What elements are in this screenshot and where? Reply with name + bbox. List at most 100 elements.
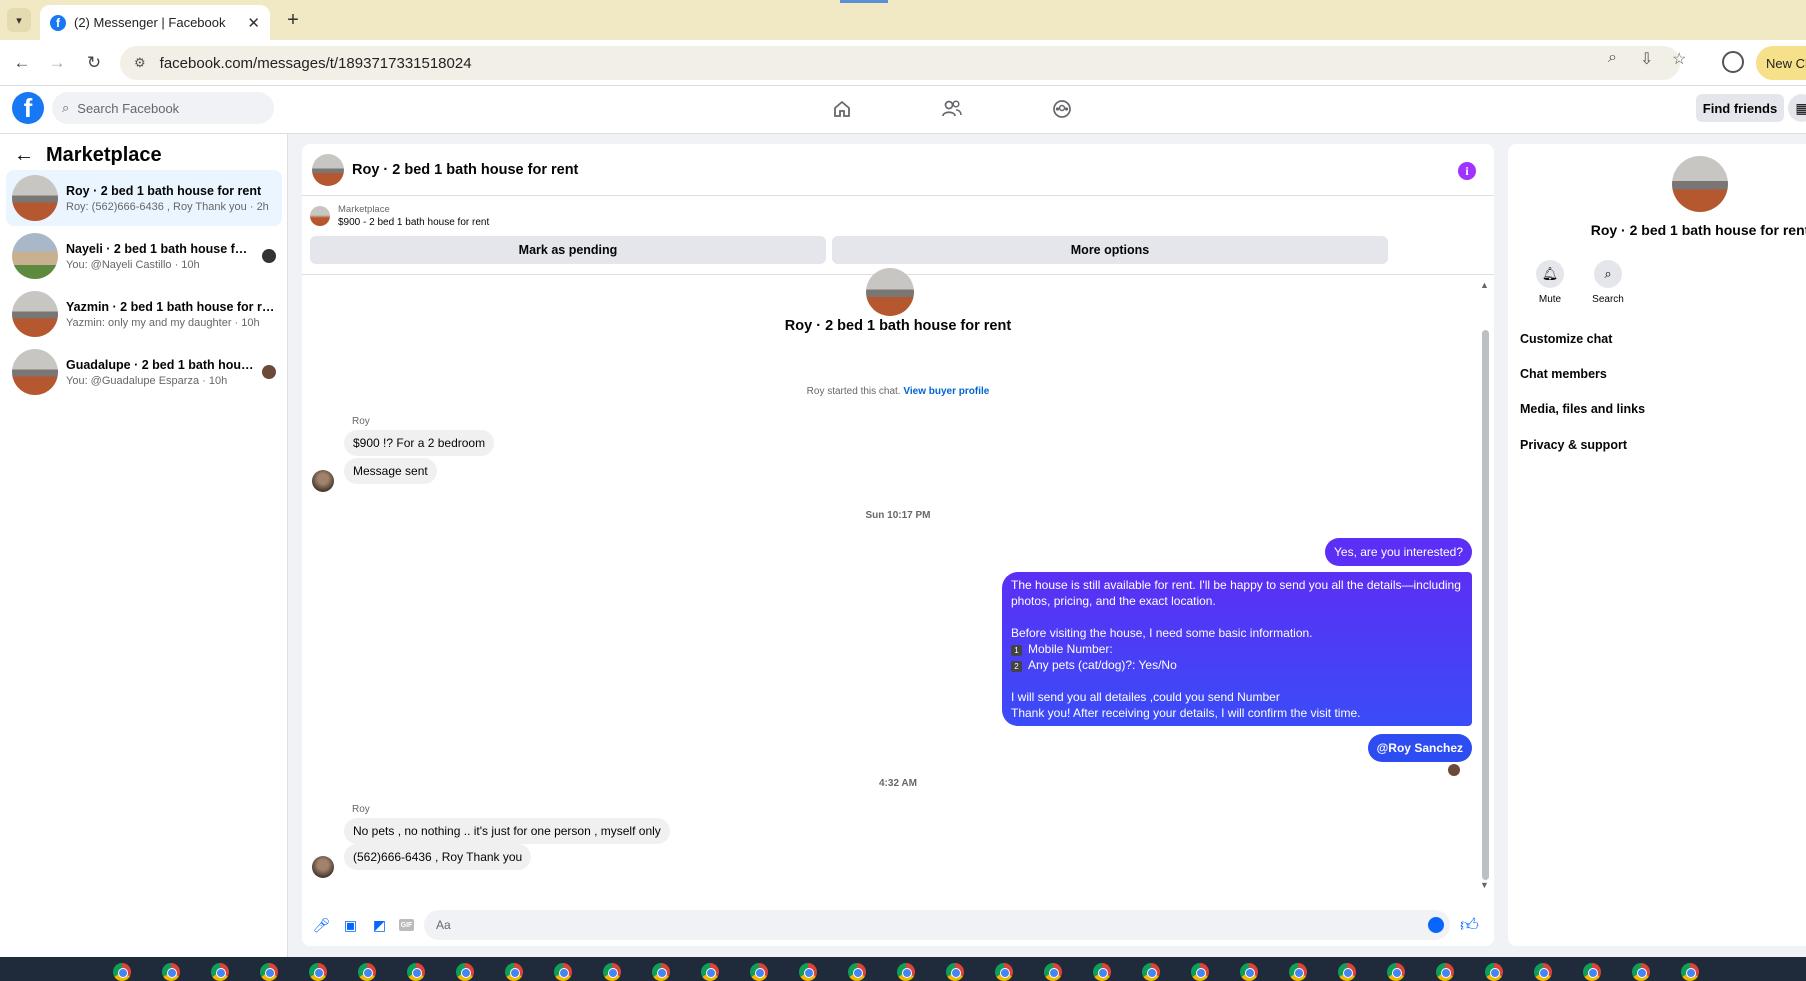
friends-icon[interactable]	[939, 96, 965, 122]
chrome-taskbar-icon[interactable]	[456, 963, 474, 981]
chrome-taskbar-icon[interactable]	[799, 963, 817, 981]
conversation-item-nayeli[interactable]: Nayeli · 2 bed 1 bath house for r... You…	[6, 228, 282, 284]
chrome-taskbar-icon[interactable]	[701, 963, 719, 981]
sender-name: Roy	[352, 416, 370, 427]
chat-avatar[interactable]	[312, 153, 344, 186]
chrome-taskbar-icon[interactable]	[1338, 963, 1356, 981]
chrome-taskbar-icon[interactable]	[1093, 963, 1111, 981]
chrome-taskbar-icon[interactable]	[1044, 963, 1062, 981]
profile-icon[interactable]	[1722, 51, 1744, 73]
customize-chat-item[interactable]: Customize chat	[1520, 332, 1612, 346]
incoming-message[interactable]: No pets , no nothing .. it's just for on…	[344, 818, 670, 844]
sticker-icon[interactable]: ◩	[370, 916, 389, 935]
incoming-message[interactable]: (562)666-6436 , Roy Thank you	[344, 844, 532, 870]
chrome-taskbar-icon[interactable]	[1436, 963, 1454, 981]
message-input[interactable]: Aa	[424, 910, 1450, 940]
facebook-logo-icon[interactable]: f	[12, 92, 44, 124]
chrome-taskbar-icon[interactable]	[505, 963, 523, 981]
details-avatar[interactable]	[1672, 156, 1728, 212]
outgoing-message[interactable]: Yes, are you interested?	[1325, 538, 1472, 566]
home-icon[interactable]	[829, 96, 855, 122]
chrome-taskbar-icon[interactable]	[1240, 963, 1258, 981]
chrome-taskbar-icon[interactable]	[1632, 963, 1650, 981]
new-chrome-button[interactable]: New Ch	[1756, 46, 1806, 80]
chrome-taskbar-icon[interactable]	[1681, 963, 1699, 981]
privacy-support-item[interactable]: Privacy & support	[1520, 438, 1627, 452]
facebook-search-input[interactable]: ⌕ Search Facebook	[52, 92, 274, 124]
menu-grid-icon[interactable]: ▦	[1788, 94, 1806, 122]
chrome-taskbar-icon[interactable]	[897, 963, 915, 981]
microphone-icon[interactable]: 🎤︎	[312, 916, 331, 935]
new-tab-button[interactable]: +	[281, 8, 305, 32]
emoji-icon[interactable]	[1428, 917, 1444, 933]
chrome-taskbar-icon[interactable]	[1387, 963, 1405, 981]
chrome-taskbar-icon[interactable]	[554, 963, 572, 981]
scroll-up-arrow-icon[interactable]: ▲	[1480, 280, 1489, 290]
site-info-icon[interactable]: ⚙	[134, 55, 146, 71]
scrollbar-thumb[interactable]	[1482, 330, 1489, 880]
message-scrollbar[interactable]: ▲ ▼	[1480, 280, 1490, 892]
incoming-message[interactable]: $900 !? For a 2 bedroom	[344, 430, 495, 456]
bell-icon[interactable]: 🔔︎	[1536, 260, 1564, 288]
search-action[interactable]: ⌕ Search	[1578, 260, 1638, 305]
marketplace-listing-row[interactable]: Marketplace $900 - 2 bed 1 bath house fo…	[310, 204, 489, 228]
forward-arrow-icon[interactable]: →	[45, 51, 69, 75]
message-line: 2 Any pets (cat/dog)?: Yes/No	[1011, 657, 1463, 673]
chrome-taskbar-icon[interactable]	[358, 963, 376, 981]
conversation-info-icon[interactable]: i	[1458, 162, 1476, 180]
gif-icon[interactable]: GIF	[399, 919, 414, 931]
address-bar[interactable]: ⚙ facebook.com/messages/t/18937173315180…	[120, 46, 1680, 80]
chrome-taskbar-icon[interactable]	[309, 963, 327, 981]
back-arrow-icon[interactable]: ←	[14, 144, 34, 167]
tab-search-dropdown[interactable]: ▾	[7, 8, 31, 32]
chrome-taskbar-icon[interactable]	[1289, 963, 1307, 981]
zoom-icon[interactable]: ⌕	[1608, 49, 1617, 67]
chrome-taskbar-icon[interactable]	[162, 963, 180, 981]
chrome-taskbar-icon[interactable]	[113, 963, 131, 981]
chrome-taskbar-icon[interactable]	[1142, 963, 1160, 981]
outgoing-mention-message[interactable]: @Roy Sanchez	[1367, 734, 1472, 762]
more-options-button[interactable]: More options	[832, 236, 1388, 264]
media-files-links-item[interactable]: Media, files and links	[1520, 402, 1645, 416]
reload-icon[interactable]: ↻	[82, 51, 106, 75]
chrome-taskbar-icon[interactable]	[1583, 963, 1601, 981]
chrome-taskbar-icon[interactable]	[211, 963, 229, 981]
url-text[interactable]: facebook.com/messages/t/1893717331518024	[160, 55, 472, 72]
scroll-down-arrow-icon[interactable]: ▼	[1480, 880, 1489, 890]
chrome-taskbar-icon[interactable]	[946, 963, 964, 981]
chat-title[interactable]: Roy · 2 bed 1 bath house for rent	[352, 162, 578, 178]
mark-as-pending-button[interactable]: Mark as pending	[310, 236, 826, 264]
chrome-taskbar-icon[interactable]	[260, 963, 278, 981]
conversation-details-pane: Roy · 2 bed 1 bath house for rent 🔔︎ Mut…	[1508, 144, 1806, 946]
chrome-taskbar-icon[interactable]	[1191, 963, 1209, 981]
photo-attach-icon[interactable]: ▣	[341, 916, 360, 935]
find-friends-button[interactable]: Find friends	[1696, 94, 1784, 122]
conversation-item-guadalupe[interactable]: Guadalupe · 2 bed 1 bath house ... You: …	[6, 344, 282, 400]
incoming-message[interactable]: Message sent	[344, 458, 437, 484]
message-line: 1 Mobile Number:	[1011, 641, 1463, 657]
chat-members-item[interactable]: Chat members	[1520, 367, 1607, 381]
mute-action[interactable]: 🔔︎ Mute	[1520, 260, 1580, 305]
keycap-1-icon: 1	[1011, 645, 1022, 656]
chrome-taskbar-icon[interactable]	[603, 963, 621, 981]
thumbs-up-icon[interactable]: 👍︎	[1460, 914, 1484, 936]
chrome-taskbar-icon[interactable]	[995, 963, 1013, 981]
chrome-taskbar-icon[interactable]	[750, 963, 768, 981]
bookmark-star-icon[interactable]: ☆	[1672, 49, 1686, 69]
keycap-2-icon: 2	[1011, 661, 1022, 672]
search-icon[interactable]: ⌕	[1594, 260, 1622, 288]
outgoing-message-long[interactable]: The house is still available for rent. I…	[1002, 572, 1472, 726]
groups-icon[interactable]	[1049, 96, 1075, 122]
browser-tab-messenger[interactable]: f (2) Messenger | Facebook ✕	[40, 5, 270, 40]
chrome-taskbar-icon[interactable]	[652, 963, 670, 981]
chrome-taskbar-icon[interactable]	[1485, 963, 1503, 981]
conversation-item-roy[interactable]: Roy · 2 bed 1 bath house for rent Roy: (…	[6, 170, 282, 226]
chrome-taskbar-icon[interactable]	[1534, 963, 1552, 981]
conversation-item-yazmin[interactable]: Yazmin · 2 bed 1 bath house for rent Yaz…	[6, 286, 282, 342]
chrome-taskbar-icon[interactable]	[407, 963, 425, 981]
chrome-taskbar-icon[interactable]	[848, 963, 866, 981]
back-arrow-icon[interactable]: ←	[10, 51, 34, 75]
view-buyer-profile-link[interactable]: View buyer profile	[903, 386, 989, 397]
close-tab-icon[interactable]: ✕	[247, 14, 260, 32]
install-app-icon[interactable]: ⇩	[1640, 49, 1653, 69]
